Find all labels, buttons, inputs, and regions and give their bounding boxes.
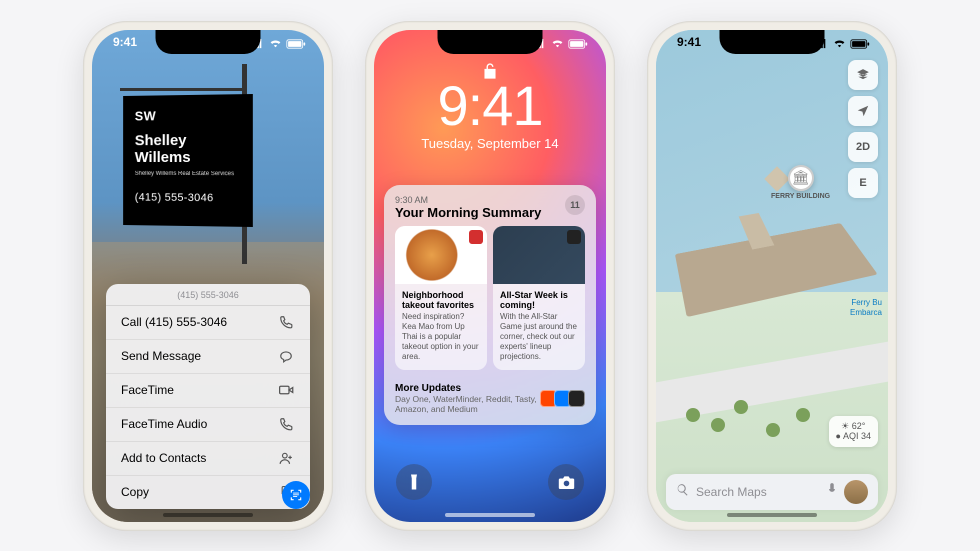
menu-facetime[interactable]: FaceTime (106, 374, 310, 408)
avatar[interactable] (844, 480, 868, 504)
phone-maps: 9:41 🏛 FERRY BUILDING Ferry Bu Embarca 2… (647, 21, 897, 531)
sign-subtitle: Shelley Willems Real Estate Services (135, 170, 241, 178)
home-indicator[interactable] (445, 513, 535, 517)
status-time: 9:41 (674, 35, 701, 53)
sign-logo: SW (135, 107, 241, 123)
notif-count: 11 (565, 195, 585, 215)
search-placeholder: Search Maps (696, 485, 820, 499)
live-text-badge[interactable] (282, 481, 310, 509)
message-icon (277, 349, 295, 363)
mic-icon[interactable] (827, 482, 837, 501)
more-title: More Updates (395, 383, 543, 394)
phone-icon (277, 417, 295, 431)
aqi: AQI 34 (843, 431, 871, 441)
notif-title: Your Morning Summary (395, 205, 541, 220)
landmark-icon: 🏛 (788, 165, 814, 191)
menu-call[interactable]: Call (415) 555-3046 (106, 306, 310, 340)
search-bar[interactable]: Search Maps (666, 474, 878, 510)
map-layers-button[interactable] (848, 60, 878, 90)
map-2d-button[interactable]: 2D (848, 132, 878, 162)
status-time: 9:41 (110, 35, 137, 53)
temp: 62° (852, 421, 866, 431)
phone-lock-screen: 9:41 Tuesday, September 14 9:30 AM Your … (365, 21, 615, 531)
card-text: With the All-Star Game just around the c… (500, 312, 578, 362)
notch (720, 30, 825, 54)
context-menu: (415) 555-3046 Call (415) 555-3046 Send … (106, 284, 310, 509)
clock-time: 9:41 (374, 78, 606, 134)
map-compass-button[interactable]: E (848, 168, 878, 198)
notch (438, 30, 543, 54)
menu-header: (415) 555-3046 (106, 284, 310, 306)
summary-card[interactable]: All-Star Week is coming! With the All-St… (493, 226, 585, 371)
contact-icon (277, 451, 295, 465)
weather-widget[interactable]: ☀ 62° ● AQI 34 (829, 416, 878, 447)
video-icon (277, 384, 295, 396)
map-label: Ferry Bu (851, 298, 882, 307)
menu-add-contact[interactable]: Add to Contacts (106, 442, 310, 476)
clock-date: Tuesday, September 14 (374, 136, 606, 151)
home-indicator[interactable] (163, 513, 253, 517)
flashlight-button[interactable] (396, 464, 432, 500)
more-updates[interactable]: More Updates Day One, WaterMinder, Reddi… (395, 378, 585, 414)
more-text: Day One, WaterMinder, Reddit, Tasty, Ama… (395, 394, 543, 414)
sign-phone: (415) 555-3046 (135, 191, 241, 204)
phone-live-text: 9:41 SW Shelley Willems Shelley Willems … (83, 21, 333, 531)
card-title: All-Star Week is coming! (500, 290, 578, 311)
menu-facetime-audio[interactable]: FaceTime Audio (106, 408, 310, 442)
menu-copy[interactable]: Copy (106, 476, 310, 509)
real-estate-sign: SW Shelley Willems Shelley Willems Real … (123, 93, 253, 226)
app-icons (543, 390, 585, 407)
map-locate-button[interactable] (848, 96, 878, 126)
notif-time: 9:30 AM (395, 195, 541, 205)
app-icon (469, 230, 483, 244)
map-controls: 2D E (848, 60, 878, 198)
card-title: Neighborhood takeout favorites (402, 290, 480, 311)
card-text: Need inspiration? Kea Mao from Up Thai i… (402, 312, 480, 362)
poi-pin[interactable]: 🏛 FERRY BUILDING (771, 165, 830, 200)
clock: 9:41 Tuesday, September 14 (374, 78, 606, 151)
poi-label: FERRY BUILDING (771, 193, 830, 200)
summary-card[interactable]: Neighborhood takeout favorites Need insp… (395, 226, 487, 371)
phone-icon (277, 315, 295, 329)
home-indicator[interactable] (727, 513, 817, 517)
sign-name: Shelley Willems (135, 132, 241, 165)
map-label: Embarca (850, 308, 882, 317)
notch (156, 30, 261, 54)
search-icon (676, 483, 689, 501)
app-icon (567, 230, 581, 244)
notification-summary[interactable]: 9:30 AM Your Morning Summary 11 Neighbor… (384, 185, 596, 425)
camera-button[interactable] (548, 464, 584, 500)
menu-message[interactable]: Send Message (106, 340, 310, 374)
